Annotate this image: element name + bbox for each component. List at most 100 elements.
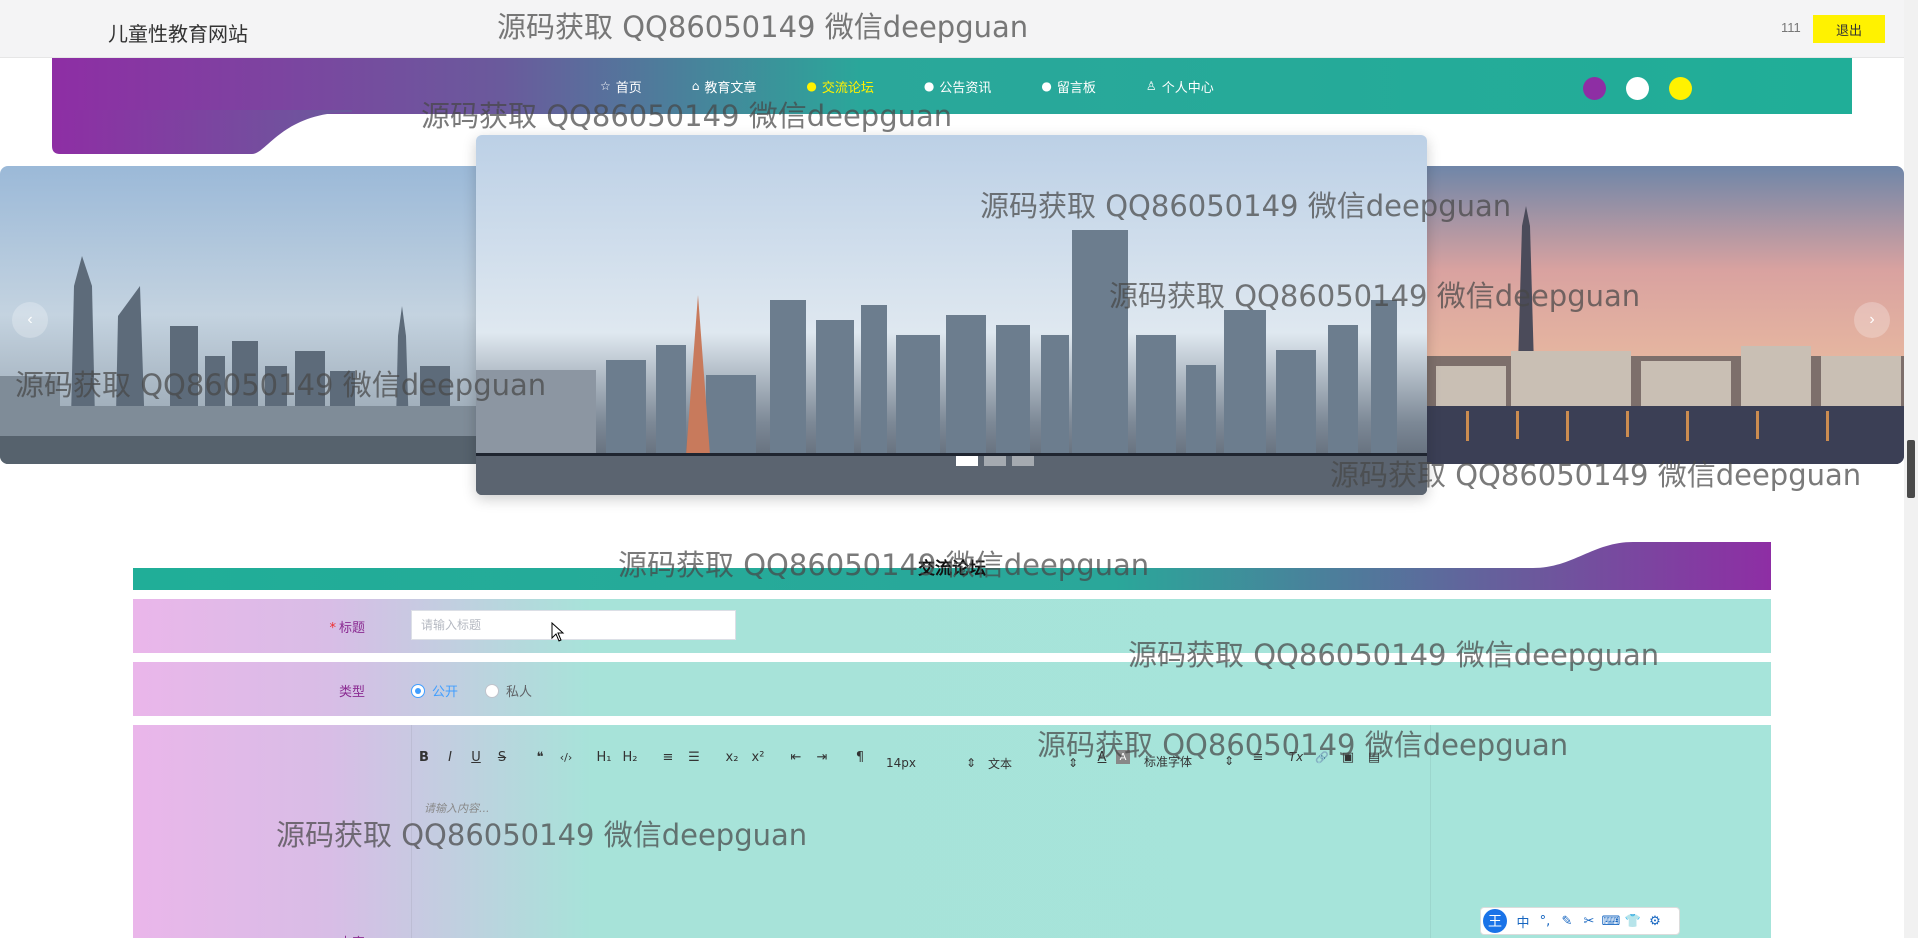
- chevron-left-icon: ‹: [27, 311, 33, 328]
- user-name: 111: [1781, 20, 1801, 35]
- logout-button[interactable]: 退出: [1813, 15, 1885, 43]
- bullet-list-icon[interactable]: ☰: [682, 745, 706, 769]
- main-nav: ☆ 首页 ⌂ 教育文章 ● 交流论坛 ● 公告资讯 ● 留言板 ♙ 个人中心: [600, 58, 1264, 114]
- theme-dot-white[interactable]: [1626, 77, 1649, 100]
- carousel-slide-right[interactable]: [1426, 166, 1904, 464]
- font-family-value: 标准字体: [1144, 754, 1193, 769]
- carousel-slide-active[interactable]: [476, 135, 1427, 495]
- carousel-slide-left[interactable]: [0, 166, 476, 464]
- ime-skin-icon[interactable]: 👕: [1622, 914, 1644, 929]
- top-bar: 儿童性教育网站 111 退出: [0, 0, 1918, 58]
- carousel-indicator[interactable]: [1012, 456, 1034, 466]
- editor-toolbar: B I U S ❝ ‹/› H₁ H₂ ≡ ☰ x₂ x² ⇤ ⇥ ¶ 14px…: [412, 743, 1388, 771]
- nav-item-profile[interactable]: ♙ 个人中心: [1146, 77, 1214, 96]
- image-icon[interactable]: ▣: [1336, 745, 1360, 769]
- chevron-right-icon: ›: [1869, 311, 1875, 328]
- star-icon: ☆: [600, 79, 611, 93]
- carousel-indicator[interactable]: [984, 456, 1006, 466]
- blockquote-icon[interactable]: ❝: [528, 745, 552, 769]
- select-arrow-icon: ⇕: [965, 756, 976, 770]
- h2-button[interactable]: H₂: [618, 745, 642, 769]
- ime-toolbar: 王 中 °, ✎ ✂ ⌨ 👕 ⚙: [1480, 907, 1680, 935]
- font-family-select[interactable]: 标准字体 ⇕: [1144, 753, 1234, 770]
- user-icon: ♙: [1145, 79, 1157, 93]
- text-direction-icon[interactable]: ¶: [848, 745, 872, 769]
- background-color-icon[interactable]: A: [1116, 750, 1130, 764]
- nav-item-messages[interactable]: ● 留言板: [1041, 77, 1096, 96]
- bag-icon: ⌂: [691, 79, 700, 93]
- underline-button[interactable]: U: [464, 745, 488, 769]
- font-size-value: 14px: [886, 756, 916, 770]
- theme-dot-yellow[interactable]: [1669, 77, 1692, 100]
- link-icon[interactable]: 🔗: [1310, 745, 1334, 769]
- form-row-type: 类型 公开 私人: [133, 662, 1771, 716]
- content-label: 内容: [133, 932, 365, 938]
- h1-button[interactable]: H₁: [592, 745, 616, 769]
- carousel-prev-button[interactable]: ‹: [12, 302, 48, 338]
- cursor-icon: [551, 622, 565, 642]
- nav-item-label: 教育文章: [704, 80, 757, 96]
- radio-label: 私人: [506, 685, 533, 700]
- select-arrow-icon: ⇕: [1223, 754, 1234, 768]
- nav-item-articles[interactable]: ⌂ 教育文章: [692, 77, 757, 96]
- theme-dot-purple[interactable]: [1583, 77, 1606, 100]
- question-icon: ●: [1041, 79, 1052, 93]
- strike-button[interactable]: S: [490, 745, 514, 769]
- nav-item-label: 交流论坛: [821, 80, 874, 96]
- scrollbar-thumb[interactable]: [1907, 440, 1915, 498]
- nav-item-forum[interactable]: ● 交流论坛: [806, 77, 874, 96]
- editor-placeholder[interactable]: 请输入内容...: [424, 800, 490, 816]
- vertical-scrollbar[interactable]: [1904, 0, 1918, 938]
- indent-icon[interactable]: ⇥: [810, 745, 834, 769]
- circle-icon: ●: [923, 79, 935, 93]
- radio-circle: [485, 683, 499, 698]
- required-mark: *: [329, 621, 336, 636]
- nav-item-news[interactable]: ● 公告资讯: [924, 77, 992, 96]
- nav-item-label: 首页: [615, 80, 642, 96]
- radio-circle: [411, 683, 425, 698]
- nav-item-label: 公告资讯: [939, 80, 992, 96]
- carousel-next-button[interactable]: ›: [1854, 302, 1890, 338]
- ime-punct-icon[interactable]: °,: [1534, 914, 1556, 929]
- title-input[interactable]: [411, 610, 736, 640]
- radio-public[interactable]: 公开: [411, 681, 458, 700]
- rich-text-editor: B I U S ❝ ‹/› H₁ H₂ ≡ ☰ x₂ x² ⇤ ⇥ ¶ 14px…: [411, 725, 1431, 938]
- subscript-button[interactable]: x₂: [720, 745, 744, 769]
- nav-item-label: 个人中心: [1161, 80, 1214, 96]
- type-label: 类型: [338, 685, 365, 700]
- ime-keyboard-icon[interactable]: ⌨: [1600, 914, 1622, 929]
- theme-switcher: [1583, 77, 1692, 100]
- section-title: 交流论坛: [918, 559, 986, 579]
- font-color-icon[interactable]: A: [1090, 745, 1114, 769]
- ime-handwrite-icon[interactable]: ✎: [1556, 914, 1578, 929]
- font-size-select[interactable]: 14px ⇕: [886, 756, 976, 770]
- ime-logo-icon[interactable]: 王: [1483, 909, 1507, 933]
- title-label-text: 标题: [338, 621, 365, 636]
- header-value: 文本: [988, 756, 1013, 771]
- nav-band-curve: [52, 110, 352, 154]
- ime-scissors-icon[interactable]: ✂: [1578, 914, 1600, 929]
- video-icon[interactable]: ▤: [1362, 745, 1386, 769]
- circle-icon: ●: [806, 79, 817, 93]
- ordered-list-icon[interactable]: ≡: [656, 745, 680, 769]
- superscript-button[interactable]: x²: [746, 745, 770, 769]
- page: 儿童性教育网站 111 退出 ☆ 首页 ⌂ 教育文章 ● 交流论坛 ● 公告资讯: [0, 0, 1918, 938]
- header-select[interactable]: 文本 ⇕: [988, 755, 1078, 772]
- radio-private[interactable]: 私人: [485, 681, 532, 700]
- code-icon[interactable]: ‹/›: [554, 745, 578, 769]
- italic-button[interactable]: I: [438, 745, 462, 769]
- title-label: * 标题: [133, 617, 365, 636]
- radio-label: 公开: [432, 685, 459, 700]
- ime-settings-icon[interactable]: ⚙: [1644, 914, 1666, 929]
- select-arrow-icon: ⇕: [1067, 756, 1078, 770]
- outdent-icon[interactable]: ⇤: [784, 745, 808, 769]
- nav-item-home[interactable]: ☆ 首页: [600, 77, 642, 96]
- form-row-title: * 标题: [133, 599, 1771, 653]
- carousel-indicator[interactable]: [956, 456, 978, 466]
- bold-button[interactable]: B: [412, 745, 436, 769]
- clean-format-icon[interactable]: Tx: [1284, 745, 1308, 769]
- carousel-indicators: [956, 456, 1034, 466]
- align-icon[interactable]: ≡: [1246, 745, 1270, 769]
- ime-lang-icon[interactable]: 中: [1512, 912, 1534, 931]
- site-title: 儿童性教育网站: [108, 22, 248, 46]
